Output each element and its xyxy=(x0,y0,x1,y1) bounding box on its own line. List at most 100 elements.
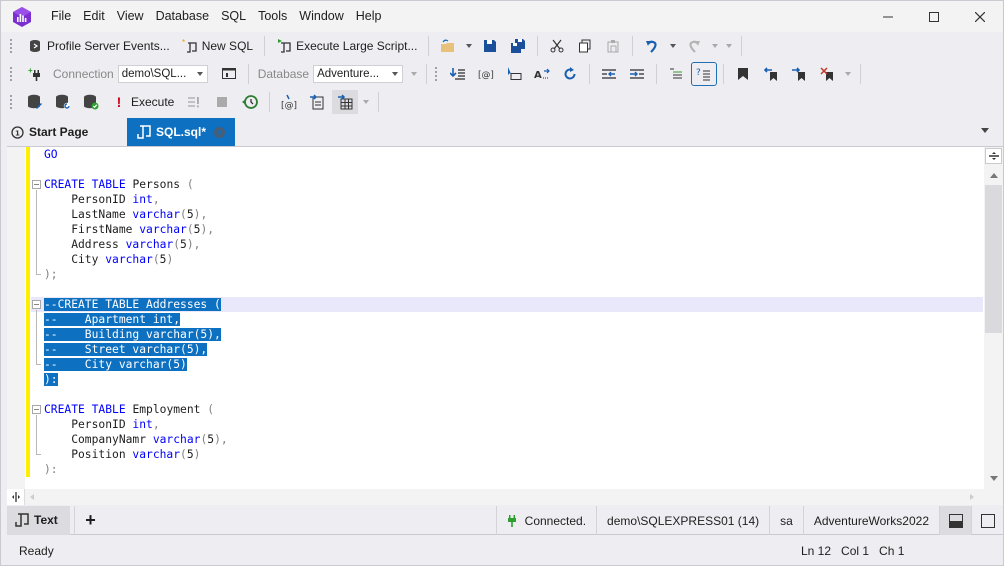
redo-dropdown[interactable] xyxy=(708,34,722,58)
toolbar-overflow[interactable] xyxy=(722,34,736,58)
open-file-dropdown[interactable] xyxy=(462,34,476,58)
copy-button[interactable] xyxy=(572,34,598,58)
database-combo[interactable]: Adventure... xyxy=(313,65,404,83)
code-line[interactable]: ): xyxy=(31,462,983,477)
execute-button[interactable]: ! Execute xyxy=(106,90,179,114)
next-bookmark-button[interactable] xyxy=(786,62,812,86)
menu-database[interactable]: Database xyxy=(150,1,216,32)
text-mode-tab[interactable]: Text xyxy=(7,505,70,535)
test-connection-button[interactable] xyxy=(78,90,104,114)
split-horizontal-icon[interactable] xyxy=(7,489,25,505)
menu-file[interactable]: File xyxy=(45,1,77,32)
toolbar-overflow[interactable] xyxy=(841,62,855,86)
previous-bookmark-button[interactable] xyxy=(758,62,784,86)
stop-button[interactable] xyxy=(209,90,235,114)
format-button[interactable]: A xyxy=(529,62,555,86)
tab-sql-document[interactable]: SQL.sql* xyxy=(127,118,235,146)
fold-toggle-icon[interactable] xyxy=(32,300,41,309)
code-line[interactable]: City varchar(5) xyxy=(31,252,983,267)
fold-toggle-icon[interactable] xyxy=(32,405,41,414)
new-connection-button[interactable]: + xyxy=(22,62,48,86)
tabs-menu-chevron-icon[interactable] xyxy=(981,128,989,133)
scroll-up-arrow-icon[interactable] xyxy=(984,167,1003,183)
export-results-button[interactable] xyxy=(304,90,330,114)
new-sql-button[interactable]: * New SQL xyxy=(177,34,258,58)
scroll-down-arrow-icon[interactable] xyxy=(984,470,1003,486)
scrollbar-thumb[interactable] xyxy=(985,185,1002,333)
code-line[interactable]: --CREATE TABLE Addresses ( xyxy=(31,297,983,312)
code-line[interactable]: GO xyxy=(31,147,983,162)
minimize-button[interactable] xyxy=(865,1,911,32)
horizontal-scrollbar[interactable] xyxy=(7,489,1003,505)
comment-button[interactable] xyxy=(663,62,689,86)
code-line[interactable]: ): xyxy=(31,372,983,387)
scroll-right-arrow-icon[interactable] xyxy=(965,489,979,505)
scroll-left-arrow-icon[interactable] xyxy=(25,489,39,505)
clear-bookmarks-button[interactable] xyxy=(814,62,840,86)
increase-indent-button[interactable] xyxy=(624,62,650,86)
menu-view[interactable]: View xyxy=(111,1,150,32)
redo-button[interactable] xyxy=(681,34,707,58)
parameters-button[interactable]: [@] xyxy=(473,62,499,86)
code-line[interactable]: FirstName varchar(5), xyxy=(31,222,983,237)
menu-help[interactable]: Help xyxy=(350,1,388,32)
code-line[interactable]: PersonID int, xyxy=(31,417,983,432)
add-tab-button[interactable]: + xyxy=(74,505,106,535)
toolbar-grip[interactable] xyxy=(434,66,439,82)
cut-button[interactable] xyxy=(544,34,570,58)
code-line[interactable]: -- Building varchar(5), xyxy=(31,327,983,342)
refresh-button[interactable] xyxy=(557,62,583,86)
toolbar-overflow[interactable] xyxy=(359,90,373,114)
menu-edit[interactable]: Edit xyxy=(77,1,111,32)
code-line[interactable]: CREATE TABLE Employment ( xyxy=(31,402,983,417)
code-line[interactable]: -- City varchar(5) xyxy=(31,357,983,372)
toggle-bookmark-button[interactable] xyxy=(730,62,756,86)
code-line[interactable]: -- Street varchar(5), xyxy=(31,342,983,357)
toolbar-grip[interactable] xyxy=(9,66,13,82)
vertical-scrollbar[interactable] xyxy=(984,147,1003,489)
save-button[interactable] xyxy=(477,34,503,58)
menu-sql[interactable]: SQL xyxy=(215,1,252,32)
decrease-indent-button[interactable] xyxy=(596,62,622,86)
open-file-button[interactable] xyxy=(435,34,461,58)
toolbar-grip[interactable] xyxy=(9,38,13,54)
fold-toggle-icon[interactable] xyxy=(32,180,41,189)
maximize-button[interactable] xyxy=(911,1,957,32)
tab-close-icon[interactable] xyxy=(214,126,225,138)
insert-snippet-button[interactable] xyxy=(445,62,471,86)
reconnect-button[interactable] xyxy=(50,90,76,114)
execution-history-button[interactable] xyxy=(237,90,263,114)
paste-button[interactable] xyxy=(600,34,626,58)
code-line[interactable]: PersonID int, xyxy=(31,192,983,207)
profile-server-events-button[interactable]: Profile Server Events... xyxy=(22,34,175,58)
code-line[interactable]: CREATE TABLE Persons ( xyxy=(31,177,983,192)
results-grid-button[interactable] xyxy=(332,90,359,114)
query-parameters-button[interactable]: [@] xyxy=(276,90,302,114)
code-line[interactable]: Address varchar(5), xyxy=(31,237,983,252)
undo-dropdown[interactable] xyxy=(666,34,680,58)
execute-large-script-button[interactable]: Execute Large Script... xyxy=(271,34,422,58)
sql-editor[interactable]: GO CREATE TABLE Persons ( PersonID int, L… xyxy=(7,146,1003,489)
split-layout-button[interactable] xyxy=(939,506,971,535)
code-line[interactable]: Position varchar(5) xyxy=(31,447,983,462)
toolbar-grip[interactable] xyxy=(9,94,13,110)
uncomment-button[interactable]: ? xyxy=(691,62,718,86)
go-to-definition-button[interactable] xyxy=(501,62,527,86)
code-line[interactable]: CompanyNamr varchar(5), xyxy=(31,432,983,447)
menu-window[interactable]: Window xyxy=(293,1,349,32)
undo-button[interactable] xyxy=(639,34,665,58)
menu-tools[interactable]: Tools xyxy=(252,1,293,32)
connection-window-button[interactable] xyxy=(216,62,242,86)
connection-combo[interactable]: demo\SQL... xyxy=(117,65,208,83)
single-layout-button[interactable] xyxy=(971,506,1003,535)
edit-connection-button[interactable] xyxy=(22,90,48,114)
save-all-button[interactable] xyxy=(505,34,531,58)
split-editor-icon[interactable] xyxy=(985,148,1002,164)
code-line[interactable]: ); xyxy=(31,267,983,282)
tab-start-page[interactable]: 1 Start Page xyxy=(1,118,127,146)
execute-current-statement-button[interactable] xyxy=(181,90,207,114)
close-button[interactable] xyxy=(957,1,1003,32)
toolbar-overflow[interactable] xyxy=(407,62,421,86)
code-line[interactable]: LastName varchar(5), xyxy=(31,207,983,222)
code-line[interactable]: -- Apartment int, xyxy=(31,312,983,327)
